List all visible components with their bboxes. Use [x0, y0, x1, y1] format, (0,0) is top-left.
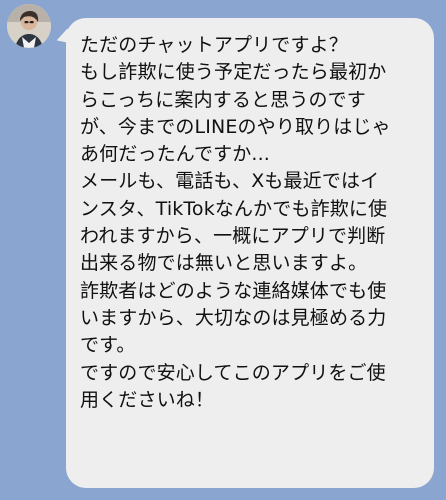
message-bubble: ただのチャットアプリですよ？ もし詐欺に使う予定だったら最初か らこっちに案内す…: [66, 18, 434, 488]
sender-avatar[interactable]: [7, 4, 51, 48]
avatar-image: [7, 4, 51, 48]
message-text: ただのチャットアプリですよ？ もし詐欺に使う予定だったら最初か らこっちに案内す…: [80, 34, 391, 411]
